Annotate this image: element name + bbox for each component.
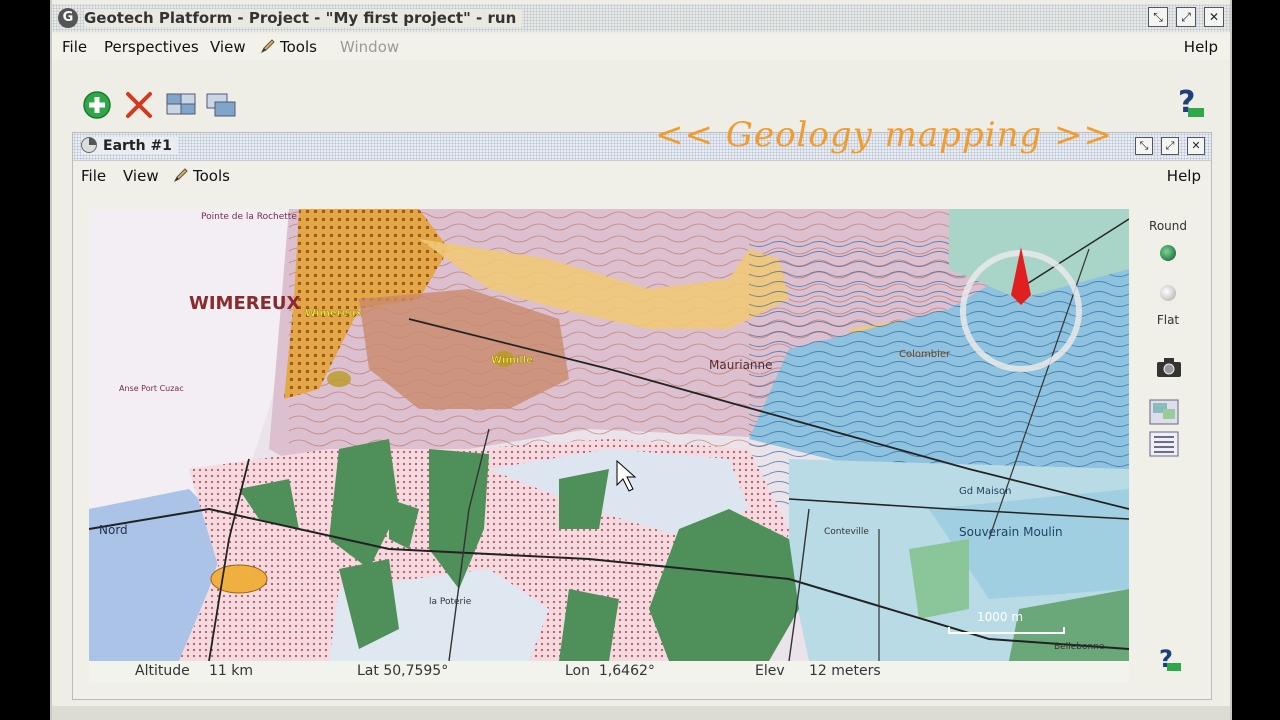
flat-label: Flat (1156, 313, 1180, 327)
earth-menu-file[interactable]: File (81, 167, 106, 185)
map-label-wimereux-small: Wimereux (305, 308, 362, 319)
geology-map-canvas[interactable]: WIMEREUX Wimereux Wimille Pointe de la R… (89, 209, 1129, 661)
pencil-icon (173, 168, 188, 183)
map-status-bar: Altitude 11 km Lat 50,7595° Lon 1,6462° … (89, 661, 1129, 683)
list-icon[interactable] (1149, 431, 1179, 457)
panel-maximize-icon[interactable]: ⤢ (1161, 137, 1179, 155)
main-menubar: File Perspectives View Tools Window Help (52, 34, 1230, 60)
map-label-poterie: la Poterie (429, 597, 472, 607)
altitude-label: Altitude (135, 663, 190, 679)
menu-file[interactable]: File (62, 38, 87, 56)
stack-icon[interactable] (206, 90, 236, 120)
earth-menu-help[interactable]: Help (1167, 167, 1201, 185)
maximize-icon[interactable]: ⤢ (1176, 7, 1196, 27)
app-window: G Geotech Platform - Project - "My first… (50, 0, 1232, 720)
menu-help[interactable]: Help (1184, 38, 1218, 56)
map-label-maison: Gd Maison (959, 486, 1011, 497)
flat-radio[interactable] (1160, 285, 1176, 301)
menu-window[interactable]: Window (340, 38, 399, 56)
pencil-icon (260, 39, 275, 54)
earth-menu-view[interactable]: View (123, 167, 159, 185)
map-label-souverain: Souverain Moulin (959, 525, 1063, 539)
round-radio[interactable] (1160, 245, 1176, 261)
map-label-wimereux: WIMEREUX (189, 293, 301, 314)
earth-menu-tools[interactable]: Tools (173, 167, 230, 185)
map-label-maurian: Maurianne (709, 358, 773, 372)
window-bottom-border (52, 706, 1230, 720)
map-label-nord: Nord (99, 523, 128, 537)
delete-icon[interactable] (124, 90, 154, 120)
map-label-bellebonne: Bellebonne (1054, 642, 1105, 652)
help-icon[interactable]: ? (1157, 645, 1183, 673)
map-label-ambleteuse: Anse Port Cuzac (119, 384, 184, 393)
layers-icon[interactable] (1149, 399, 1179, 425)
earth-menubar: File View Tools Help (73, 163, 1211, 189)
panel-minimize-icon[interactable]: ⤡ (1135, 137, 1153, 155)
elevation-label: Elev (755, 663, 785, 679)
help-icon[interactable]: ? (1174, 86, 1206, 120)
menu-tools-label: Tools (280, 38, 317, 56)
earth-panel-title: Earth #1 (103, 138, 172, 154)
menu-tools[interactable]: Tools (260, 38, 317, 56)
earth-icon (81, 137, 97, 153)
earth-panel: Earth #1 << Geology mapping >> ⤡ ⤢ ✕ Fil… (72, 115, 1212, 700)
menu-perspectives[interactable]: Perspectives (104, 38, 199, 56)
earth-menu-tools-label: Tools (193, 167, 230, 185)
minimize-icon[interactable]: ⤡ (1148, 7, 1168, 27)
view-controls: Round Flat ? (1133, 213, 1203, 673)
close-icon[interactable]: ✕ (1204, 7, 1224, 27)
add-icon[interactable] (82, 90, 112, 120)
scale-label: 1000 m (977, 610, 1023, 624)
menu-view[interactable]: View (210, 38, 246, 56)
title-bar[interactable]: G Geotech Platform - Project - "My first… (52, 4, 1230, 32)
map-label-conteville: Conteville (824, 527, 869, 537)
window-title: Geotech Platform - Project - "My first p… (84, 9, 523, 27)
geology-map-view[interactable]: WIMEREUX Wimereux Wimille Pointe de la R… (89, 209, 1129, 661)
map-label-colombier: Colombier (899, 349, 951, 360)
longitude-readout: Lon 1,6462° (565, 663, 655, 679)
map-label-wimille: Wimille (491, 355, 533, 366)
tile-icon[interactable] (166, 90, 196, 120)
geology-mapping-overlay: << Geology mapping >> (655, 115, 1114, 155)
panel-close-icon[interactable]: ✕ (1187, 137, 1205, 155)
map-label-pointe: Pointe de la Rochette (201, 212, 297, 222)
app-logo-icon: G (58, 8, 78, 28)
latitude-readout: Lat 50,7595° (357, 663, 449, 679)
earth-panel-titlebar[interactable]: Earth #1 << Geology mapping >> ⤡ ⤢ ✕ (73, 115, 1211, 161)
round-label: Round (1149, 219, 1187, 233)
altitude-value: 11 km (209, 663, 254, 679)
camera-icon[interactable] (1155, 355, 1183, 379)
elevation-value: 12 meters (809, 663, 881, 679)
